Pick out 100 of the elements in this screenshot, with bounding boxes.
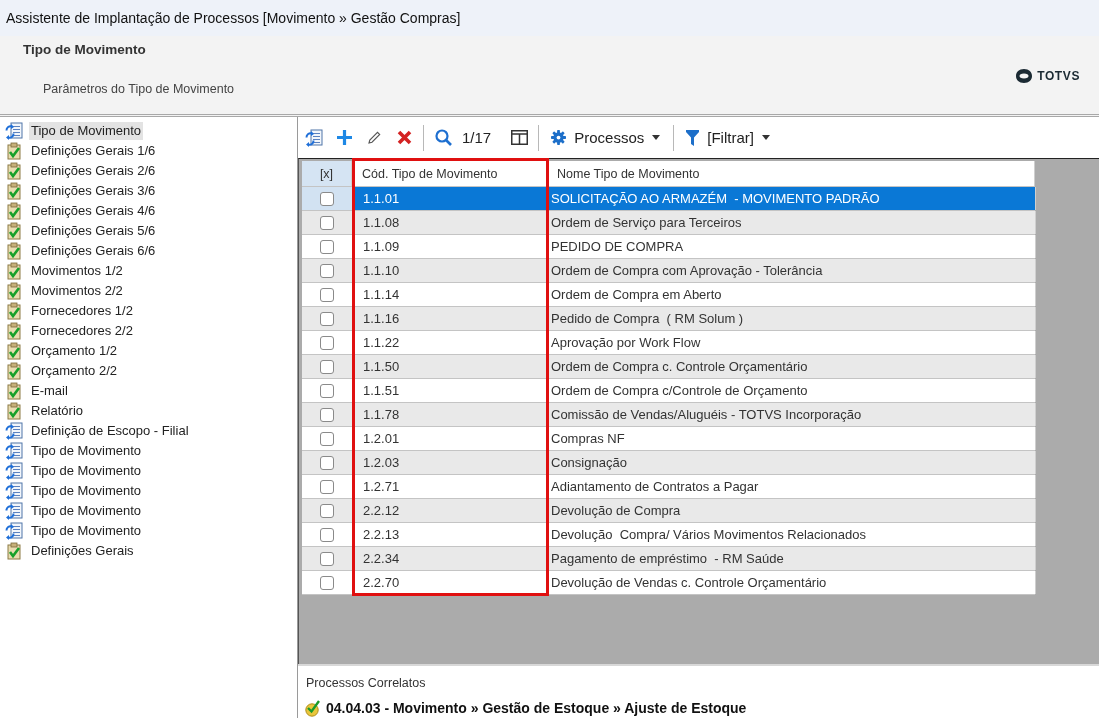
table-row[interactable]: 1.2.03 Consignação (302, 451, 1035, 475)
document-sync-icon (305, 128, 323, 147)
name-cell: Pedido de Compra ( RM Solum ) (548, 307, 1036, 330)
name-cell: Devolução de Compra (548, 499, 1036, 522)
table-row[interactable]: 1.1.16 Pedido de Compra ( RM Solum ) (302, 307, 1035, 331)
tree-item[interactable]: E-mail (29, 382, 70, 400)
tree-item[interactable]: Movimentos 2/2 (29, 282, 125, 300)
table-row[interactable]: 1.1.09 PEDIDO DE COMPRA (302, 235, 1035, 259)
code-cell: 1.2.03 (353, 451, 548, 474)
related-title: Processos Correlatos (306, 675, 427, 691)
table-row[interactable]: 2.2.13 Devolução Compra/ Vários Movimentos Relacionados (302, 523, 1035, 547)
row-checkbox[interactable] (320, 431, 334, 446)
code-cell: 1.1.51 (353, 379, 548, 402)
row-checkbox[interactable] (320, 407, 334, 422)
tree-item[interactable]: Orçamento 1/2 (29, 342, 119, 360)
code-cell: 1.2.71 (353, 475, 548, 498)
clipboard-check-icon (5, 402, 23, 420)
code-cell: 1.1.14 (353, 283, 548, 306)
document-sync-icon (5, 422, 23, 440)
code-cell: 1.1.01 (353, 187, 548, 210)
name-cell: Ordem de Compra com Aprovação - Tolerância (548, 259, 1036, 282)
row-checkbox[interactable] (320, 239, 334, 254)
tree-item[interactable]: Definição de Escopo - Filial (29, 422, 191, 440)
tree-item[interactable]: Definições Gerais 1/6 (29, 142, 158, 160)
table-row[interactable]: 1.1.08 Ordem de Serviço para Terceiros (302, 211, 1035, 235)
row-checkbox[interactable] (320, 479, 334, 494)
table-row[interactable]: 1.2.01 Compras NF (302, 427, 1035, 451)
plus-icon (336, 130, 352, 145)
menu-button[interactable]: Processos (544, 123, 669, 152)
columns-icon (510, 130, 528, 145)
caret-icon (652, 135, 661, 140)
document-sync-icon (5, 502, 23, 520)
tree-item[interactable]: Orçamento 2/2 (29, 362, 119, 380)
row-checkbox[interactable] (320, 215, 334, 230)
clipboard-check-icon (5, 222, 23, 240)
row-checkbox[interactable] (320, 383, 334, 398)
clipboard-check-icon (5, 342, 23, 360)
row-checkbox[interactable] (320, 311, 334, 326)
clipboard-check-icon (5, 242, 23, 260)
name-cell: Ordem de Serviço para Terceiros (548, 211, 1036, 234)
window-title: Assistente de Implantação de Processos [Movimento » Gestão Compras] (6, 10, 461, 26)
tree-item[interactable]: Definições Gerais 2/6 (29, 162, 158, 180)
clipboard-check-icon (5, 162, 23, 180)
row-checkbox[interactable] (320, 191, 334, 206)
menu-button[interactable]: [Filtrar] (679, 123, 778, 152)
tree-item[interactable]: Tipo de Movimento (29, 522, 144, 540)
document-sync-icon (5, 122, 23, 140)
table-row[interactable]: 1.1.51 Ordem de Compra c/Controle de Orçamento (302, 379, 1035, 403)
table-row[interactable]: 2.2.34 Pagamento de empréstimo - RM Saúde (302, 547, 1035, 571)
table-row[interactable]: 1.1.78 Comissão de Vendas/Aluguéis - TOTVS Incorporação (302, 403, 1035, 427)
logo-text: TOTVS (1037, 68, 1080, 83)
gear-icon (551, 130, 567, 145)
clipboard-check-icon (5, 182, 23, 200)
table-row[interactable]: 2.2.12 Devolução de Compra (302, 499, 1035, 523)
table-row[interactable]: 1.1.22 Aprovação por Work Flow (302, 331, 1035, 355)
row-checkbox[interactable] (320, 575, 334, 590)
row-checkbox[interactable] (320, 287, 334, 302)
table-row[interactable]: 1.1.50 Ordem de Compra c. Controle Orçamentário (302, 355, 1035, 379)
tree-item[interactable]: Tipo de Movimento (29, 462, 144, 480)
tree-item[interactable]: Tipo de Movimento (29, 122, 144, 140)
tree-item[interactable]: Movimentos 1/2 (29, 262, 125, 280)
code-cell: 1.1.78 (353, 403, 548, 426)
table-row[interactable]: 1.1.14 Ordem de Compra em Aberto (302, 283, 1035, 307)
tree-item[interactable]: Definições Gerais 5/6 (29, 222, 158, 240)
row-checkbox[interactable] (320, 263, 334, 278)
table-row[interactable]: 2.2.70 Devolução de Vendas c. Controle Orçamentário (302, 571, 1035, 595)
name-cell: Ordem de Compra em Aberto (548, 283, 1036, 306)
clipboard-check-icon (5, 302, 23, 320)
row-checkbox[interactable] (320, 335, 334, 350)
clipboard-check-icon (5, 282, 23, 300)
filter-icon (686, 129, 700, 146)
table-row[interactable]: 1.2.71 Adiantamento de Contratos a Pagar (302, 475, 1035, 499)
tree-item[interactable]: Definições Gerais (29, 542, 136, 560)
tree-item[interactable]: Tipo de Movimento (29, 502, 144, 520)
table-row[interactable]: 1.1.10 Ordem de Compra com Aprovação - Tolerância (302, 259, 1035, 283)
row-checkbox[interactable] (320, 455, 334, 470)
row-checkbox[interactable] (320, 503, 334, 518)
column-header[interactable]: [x] (302, 161, 352, 186)
name-cell: Comissão de Vendas/Aluguéis - TOTVS Incorporação (548, 403, 1036, 426)
tree-item[interactable]: Definições Gerais 6/6 (29, 242, 158, 260)
tree-item[interactable]: Relatório (29, 402, 86, 420)
code-cell: 2.2.12 (353, 499, 548, 522)
related-process-link[interactable]: 04.04.03 - Movimento » Gestão de Estoque » Ajuste de Estoque (326, 699, 747, 717)
code-cell: 1.1.10 (353, 259, 548, 282)
tree-item[interactable]: Tipo de Movimento (29, 482, 144, 500)
row-checkbox[interactable] (320, 551, 334, 566)
table-row[interactable]: 1.1.01 SOLICITAÇÃO AO ARMAZÉM - MOVIMENTO PADRÃO (302, 187, 1035, 211)
code-cell: 2.2.70 (353, 571, 548, 594)
tree-item[interactable]: Definições Gerais 4/6 (29, 202, 158, 220)
row-checkbox[interactable] (320, 527, 334, 542)
tree-item[interactable]: Fornecedores 2/2 (29, 322, 135, 340)
code-cell: 1.1.09 (353, 235, 548, 258)
logo-ring-icon (1016, 68, 1033, 83)
clipboard-check-icon (5, 362, 23, 380)
tree-item[interactable]: Tipo de Movimento (29, 442, 144, 460)
tree-item[interactable]: Definições Gerais 3/6 (29, 182, 158, 200)
row-checkbox[interactable] (320, 359, 334, 374)
name-cell: Devolução de Vendas c. Controle Orçamentário (548, 571, 1036, 594)
tree-item[interactable]: Fornecedores 1/2 (29, 302, 135, 320)
name-cell: Pagamento de empréstimo - RM Saúde (548, 547, 1036, 570)
